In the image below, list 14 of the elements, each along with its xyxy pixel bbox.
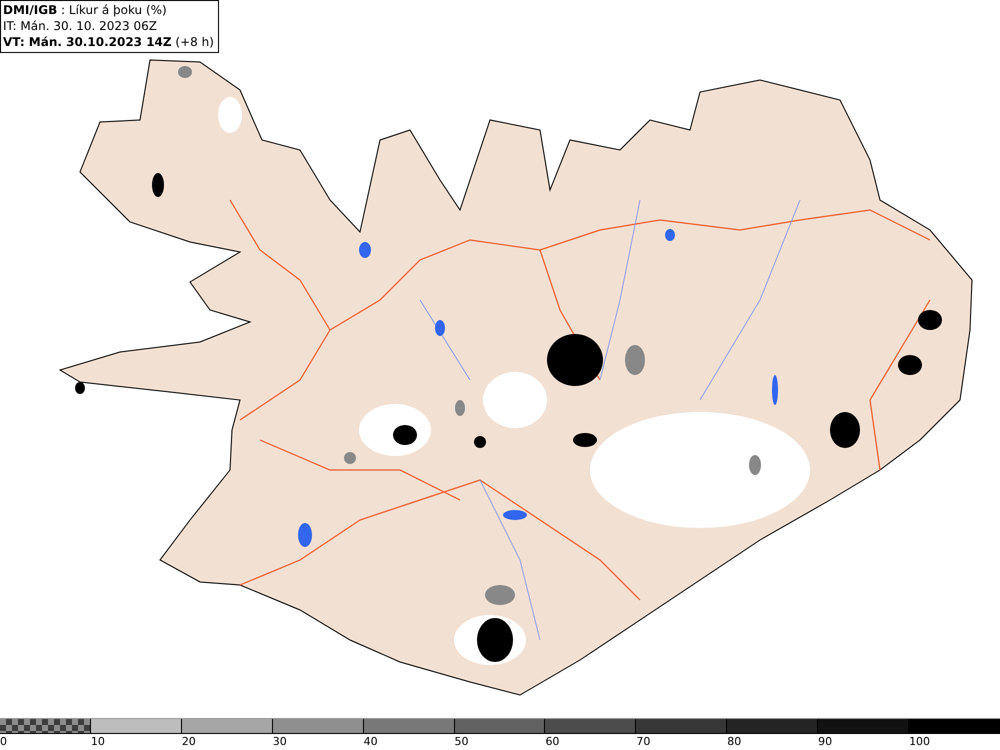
legend-label: 90: [818, 734, 832, 749]
legend-label: 10: [90, 734, 105, 749]
legend-label: 40: [364, 734, 378, 749]
legend-label: 100: [909, 734, 930, 749]
legend-label: 0: [0, 734, 7, 749]
title-line: DMI/IGB : Líkur á þoku (%): [3, 2, 168, 18]
legend-label: 80: [727, 734, 742, 749]
title-line: IT: Mán. 30. 10. 2023 06Z: [3, 18, 158, 34]
legend-label: 50: [454, 734, 469, 749]
title-line: VT: Mán. 30.10.2023 14Z (+8 h): [3, 34, 214, 50]
legend-label: 20: [182, 734, 196, 749]
legend-label: 60: [545, 734, 560, 749]
legend-label: 30: [272, 734, 287, 749]
legend-label: 70: [636, 734, 650, 749]
